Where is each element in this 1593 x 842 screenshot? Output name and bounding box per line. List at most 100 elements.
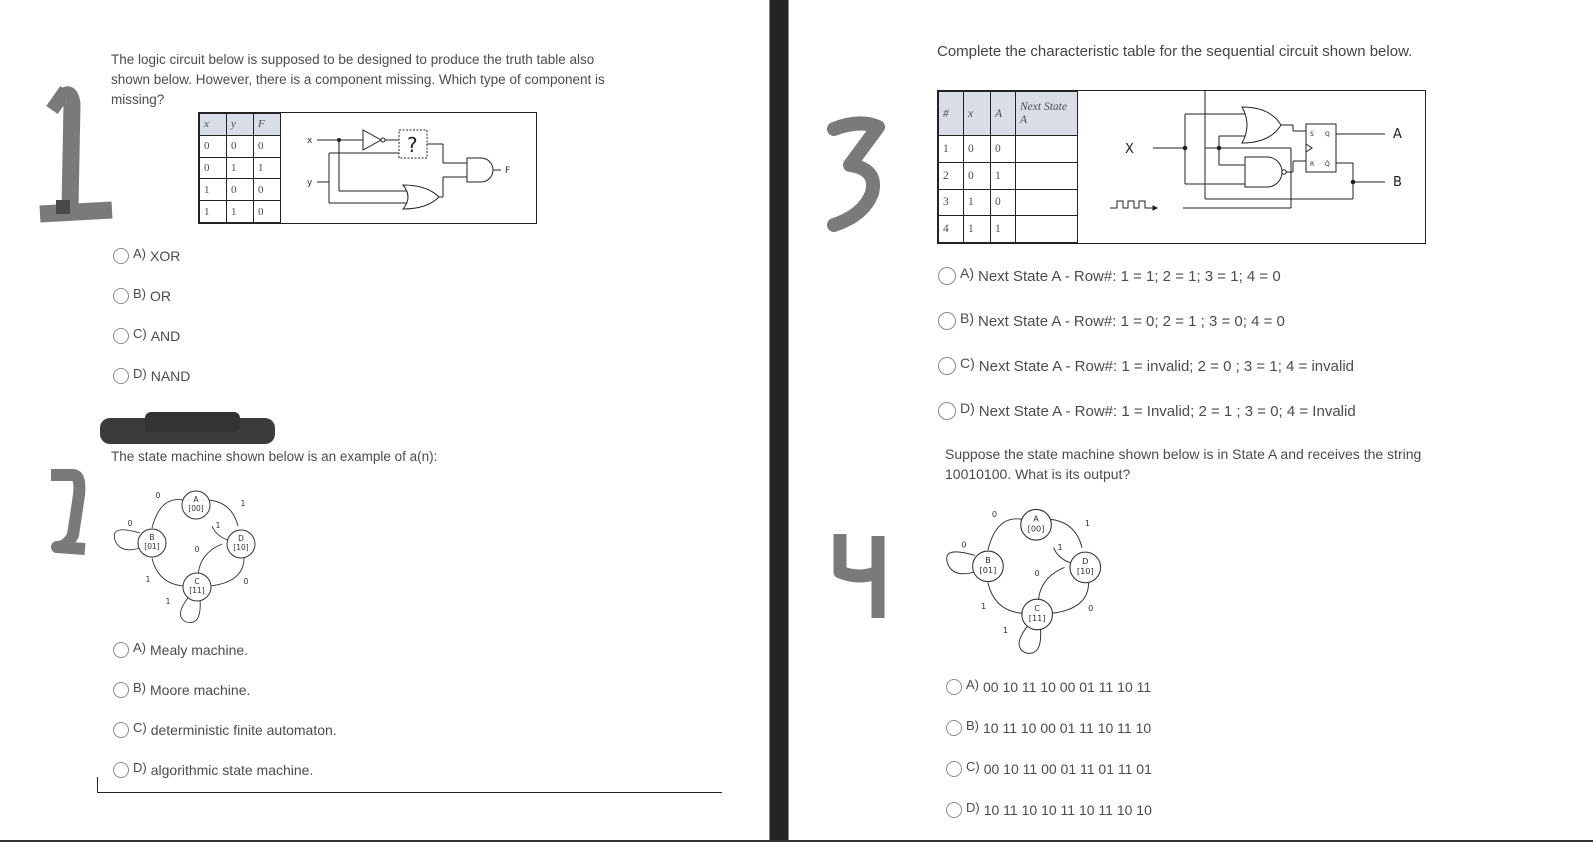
next-state-input[interactable]: [1015, 161, 1078, 190]
transition-c-d: [1037, 566, 1065, 605]
radio-button[interactable]: [113, 328, 129, 344]
table-row: 110: [199, 200, 281, 223]
q2-option-a[interactable]: A) Mealy machine.: [113, 639, 249, 658]
q1-option-c[interactable]: C) AND: [113, 326, 181, 344]
next-state-input[interactable]: [1015, 188, 1078, 217]
state-a-name: A: [1033, 513, 1039, 523]
output-f-label: F: [505, 166, 510, 176]
q3-option-b[interactable]: B) Next State A - Row#: 1 = 0; 2 = 1 ; 3 …: [938, 310, 1285, 330]
q3-option-a[interactable]: A) Next State A - Row#: 1 = 1; 2 = 1; 3 =…: [938, 265, 1281, 285]
ct-header: x: [963, 91, 991, 136]
option-letter: B): [133, 285, 146, 301]
state-a-name: A: [193, 495, 199, 504]
radio-button[interactable]: [113, 762, 129, 778]
option-text: Mealy machine.: [150, 642, 249, 658]
radio-button[interactable]: [938, 267, 956, 285]
input-y-label: y: [307, 178, 313, 188]
transition-label: 0: [1088, 603, 1093, 613]
transition-label: 1: [241, 499, 246, 508]
nand-gate: [1244, 156, 1283, 188]
radio-button[interactable]: [113, 368, 129, 384]
ct-cell: 4: [938, 215, 964, 243]
radio-button[interactable]: [113, 288, 129, 304]
q2-option-c[interactable]: C) deterministic finite automaton.: [113, 720, 337, 738]
tt-cell: 0: [253, 200, 281, 223]
ct-cell: 0: [963, 161, 991, 190]
transition-label: 0: [195, 545, 200, 554]
q4-option-c[interactable]: C) 00 10 11 00 01 11 01 11 01: [946, 759, 1152, 777]
state-d-name: D: [1082, 556, 1088, 566]
option-text: deterministic finite automaton.: [150, 722, 337, 738]
tt-cell: 1: [226, 200, 254, 223]
page-divider: [769, 0, 789, 842]
option-text: 00 10 11 10 00 01 11 10 11: [983, 679, 1152, 695]
radio-button[interactable]: [946, 720, 962, 736]
output-b-label: B: [1393, 175, 1402, 190]
radio-button[interactable]: [938, 312, 956, 330]
q4-option-b[interactable]: B) 10 11 10 00 01 11 10 11 10: [946, 717, 1152, 736]
state-c-code: [11]: [1029, 613, 1046, 623]
transition-label: 0: [992, 509, 997, 519]
option-text: Moore machine.: [150, 682, 251, 698]
radio-button[interactable]: [113, 642, 129, 658]
q2-option-b[interactable]: B) Moore machine.: [113, 680, 251, 698]
radio-button[interactable]: [938, 357, 956, 375]
radio-button[interactable]: [938, 402, 956, 420]
q1-option-d[interactable]: D) NAND: [113, 366, 190, 384]
q4-option-d[interactable]: D) 10 11 10 10 11 10 11 10 10: [946, 800, 1152, 818]
transition-label: 1: [1003, 625, 1008, 635]
ct-cell: 0: [990, 188, 1016, 217]
transition-label: 1: [166, 597, 171, 606]
q3-question-text: Complete the characteristic table for th…: [937, 43, 1413, 60]
state-b-code: [01]: [144, 542, 159, 551]
and-gate: [466, 157, 494, 183]
not-gate: [362, 129, 383, 151]
radio-button[interactable]: [113, 682, 129, 698]
state-b-name: B: [985, 555, 991, 565]
option-text: Next State A - Row#: 1 = invalid; 2 = 0 …: [978, 357, 1355, 375]
state-c-name: C: [1034, 603, 1040, 613]
handwritten-number-4: [833, 534, 885, 618]
input-x-label: X: [1125, 142, 1134, 157]
option-text: 10 11 10 00 01 11 10 11 10: [983, 720, 1152, 736]
radio-button[interactable]: [946, 761, 962, 777]
missing-component-label: ?: [407, 133, 418, 157]
ct-cell: 1: [963, 215, 991, 243]
table-row: 000: [199, 134, 281, 158]
tt-cell: 0: [253, 178, 281, 202]
tt-cell: 0: [226, 178, 254, 202]
radio-button[interactable]: [946, 802, 962, 818]
transition-d-c: [209, 557, 245, 587]
transition-label: 0: [1035, 568, 1040, 578]
q3-figure: # x A Next State A 100 201 310 411 X A B…: [937, 90, 1426, 244]
ff-qbar-label: Q̄: [1325, 161, 1330, 168]
q4-option-a[interactable]: A) 00 10 11 10 00 01 11 10 11: [946, 677, 1152, 695]
option-letter: B): [966, 717, 979, 733]
q2-option-d[interactable]: D) algorithmic state machine.: [113, 760, 313, 778]
option-letter: D): [960, 400, 975, 416]
transition-a-b: [987, 518, 1022, 551]
q3-characteristic-table: # x A Next State A 100 201 310 411: [938, 91, 1078, 243]
option-text: AND: [150, 328, 181, 344]
radio-button[interactable]: [946, 679, 962, 695]
state-d-code: [10]: [233, 543, 248, 552]
q3-option-c[interactable]: C) Next State A - Row#: 1 = invalid; 2 = …: [938, 355, 1355, 375]
transition-label: 1: [1085, 518, 1090, 528]
option-letter: A): [133, 639, 146, 655]
state-d-code: [10]: [1077, 566, 1094, 576]
q1-option-a[interactable]: A) XOR: [113, 246, 180, 264]
q1-option-b[interactable]: B) OR: [113, 285, 171, 304]
tt-header: F: [253, 113, 281, 136]
table-row: 310: [938, 188, 1078, 217]
next-state-input[interactable]: [1015, 215, 1078, 243]
ct-header: Next State A: [1015, 91, 1078, 136]
tt-cell: 1: [253, 156, 281, 180]
state-a-code: [00]: [188, 504, 203, 513]
next-state-input[interactable]: [1015, 135, 1078, 163]
ct-cell: 0: [963, 135, 991, 163]
transition-label: 1: [146, 575, 151, 584]
q3-option-d[interactable]: D) Next State A - Row#: 1 = Invalid; 2 = …: [938, 400, 1356, 420]
radio-button[interactable]: [113, 722, 129, 738]
option-text: Next State A - Row#: 1 = Invalid; 2 = 1 …: [978, 402, 1356, 420]
radio-button[interactable]: [113, 248, 129, 264]
